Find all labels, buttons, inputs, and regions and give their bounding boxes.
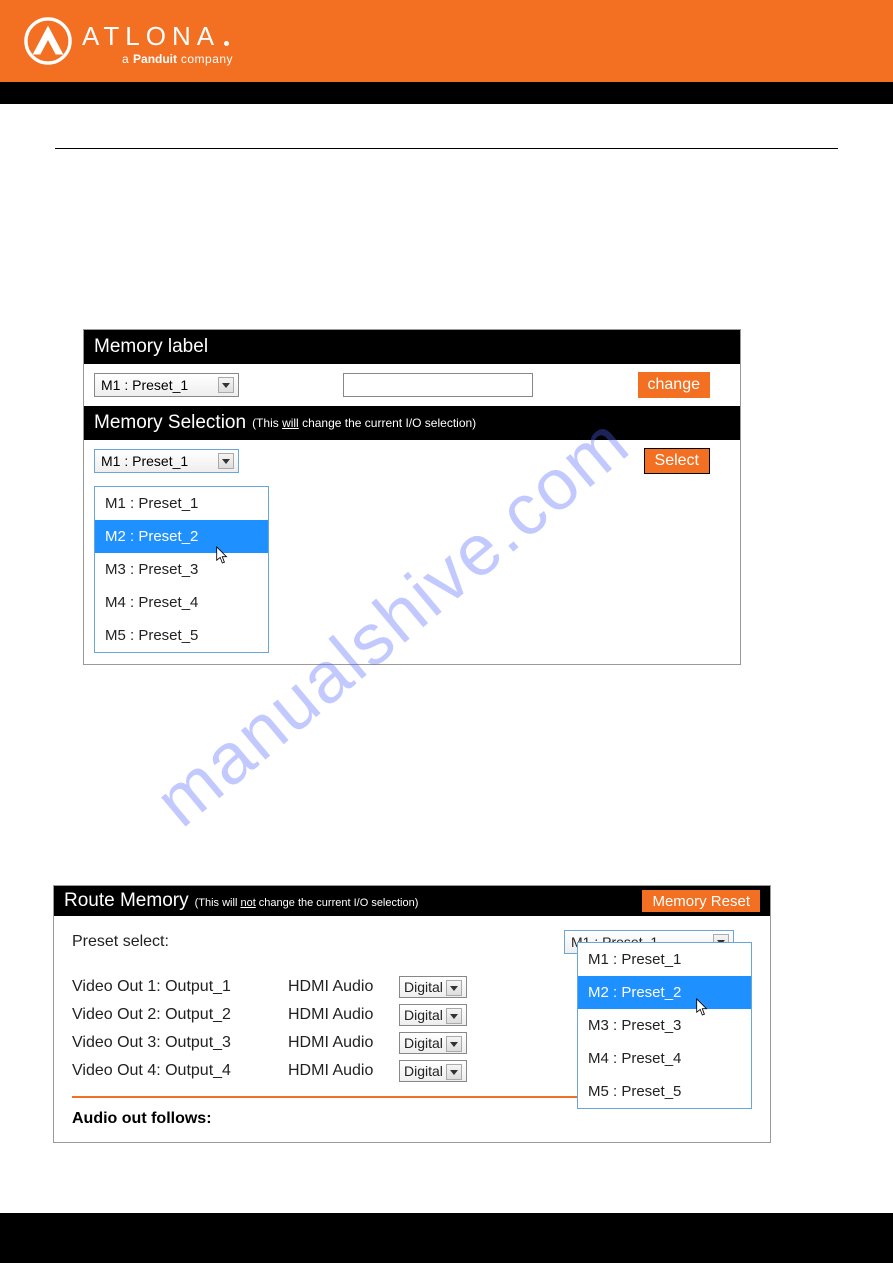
chevron-down-icon <box>446 980 462 996</box>
chevron-down-icon <box>446 1064 462 1080</box>
tagline-prefix: a <box>122 52 133 66</box>
footer-bar <box>0 1213 893 1263</box>
select-button[interactable]: Select <box>644 448 710 474</box>
option[interactable]: M1 : Preset_1 <box>95 487 268 520</box>
header-divider <box>0 82 893 104</box>
memory-selection-header: Memory Selection (This will change the c… <box>84 406 740 440</box>
option[interactable]: M3 : Preset_3 <box>95 553 268 586</box>
memory-reset-button[interactable]: Memory Reset <box>642 890 760 912</box>
memory-label-row: M1 : Preset_1 change <box>84 364 740 406</box>
orange-divider <box>72 1096 662 1098</box>
change-button[interactable]: change <box>638 372 711 398</box>
option[interactable]: M2 : Preset_2 <box>95 520 268 553</box>
hdmi-audio-label: HDMI Audio <box>288 1062 383 1080</box>
hdmi-audio-select[interactable]: Digital <box>399 1032 467 1054</box>
tagline-bold: Panduit <box>133 52 177 66</box>
ms-note-after: change the current I/O selection) <box>299 416 476 430</box>
option[interactable]: M2 : Preset_2 <box>578 976 751 1009</box>
video-out-label: Video Out 4: Output_4 <box>72 1062 272 1080</box>
audio-out-follows-label: Audio out follows: <box>72 1110 752 1128</box>
route-memory-header: Route Memory (This will not change the c… <box>54 886 770 916</box>
video-out-label: Video Out 3: Output_3 <box>72 1034 272 1052</box>
route-memory-note: (This will not change the current I/O se… <box>195 897 419 909</box>
hdmi-audio-label: HDMI Audio <box>288 1006 383 1024</box>
preset-select-options[interactable]: M1 : Preset_1M2 : Preset_2M3 : Preset_3M… <box>577 942 752 1109</box>
chevron-down-icon <box>218 377 234 393</box>
option[interactable]: M4 : Preset_4 <box>578 1042 751 1075</box>
memory-label-selected: M1 : Preset_1 <box>101 374 188 396</box>
rm-note-underline: not <box>240 897 255 909</box>
memory-panel: Memory label M1 : Preset_1 change Memory… <box>83 329 741 665</box>
ms-note-underline: will <box>282 416 299 430</box>
brand-mark-icon <box>24 17 72 65</box>
chevron-down-icon <box>218 453 234 469</box>
option[interactable]: M5 : Preset_5 <box>95 619 268 652</box>
tagline-suffix: company <box>177 52 233 66</box>
brand-tagline: a Panduit company <box>122 52 233 66</box>
memory-selection-select[interactable]: M1 : Preset_1 <box>94 449 239 473</box>
option[interactable]: M3 : Preset_3 <box>578 1009 751 1042</box>
memory-label-title: Memory label <box>94 336 208 358</box>
video-out-label: Video Out 2: Output_2 <box>72 1006 272 1024</box>
option[interactable]: M5 : Preset_5 <box>578 1075 751 1108</box>
route-memory-title: Route Memory <box>64 890 189 912</box>
memory-selection-title: Memory Selection <box>94 412 246 434</box>
memory-label-header: Memory label <box>84 330 740 364</box>
route-memory-body: Preset select: M1 : Preset_1 Video Out 1… <box>54 916 770 1142</box>
hdmi-audio-label: HDMI Audio <box>288 978 383 996</box>
option[interactable]: M1 : Preset_1 <box>578 943 751 976</box>
route-memory-panel: Route Memory (This will not change the c… <box>53 885 771 1143</box>
page-content: manualshive.com Memory label M1 : Preset… <box>0 104 893 1143</box>
ms-note-before: (This <box>252 416 282 430</box>
hdmi-audio-select[interactable]: Digital <box>399 976 467 998</box>
route-memory-title-wrap: Route Memory (This will not change the c… <box>64 890 418 912</box>
memory-label-select[interactable]: M1 : Preset_1 <box>94 373 239 397</box>
rm-note-before: (This will <box>195 897 241 909</box>
hdmi-audio-label: HDMI Audio <box>288 1034 383 1052</box>
option[interactable]: M4 : Preset_4 <box>95 586 268 619</box>
logo: ATLONA a Panduit company <box>24 17 233 66</box>
brand-name: ATLONA <box>82 21 233 52</box>
brand-dot-icon <box>224 41 229 46</box>
hdmi-audio-select[interactable]: Digital <box>399 1060 467 1082</box>
video-out-label: Video Out 1: Output_1 <box>72 978 272 996</box>
memory-selection-options[interactable]: M1 : Preset_1M2 : Preset_2M3 : Preset_3M… <box>94 486 269 653</box>
memory-selection-selected: M1 : Preset_1 <box>101 450 188 472</box>
chevron-down-icon <box>446 1036 462 1052</box>
hdmi-audio-select[interactable]: Digital <box>399 1004 467 1026</box>
rm-note-after: change the current I/O selection) <box>256 897 419 909</box>
preset-select-label: Preset select: <box>72 933 169 951</box>
chevron-down-icon <box>446 1008 462 1024</box>
brand-name-text: ATLONA <box>82 21 220 52</box>
brand-banner: ATLONA a Panduit company <box>0 0 893 82</box>
memory-selection-note: (This will change the current I/O select… <box>252 416 476 430</box>
memory-label-input[interactable] <box>343 373 533 397</box>
top-rule <box>55 148 838 149</box>
